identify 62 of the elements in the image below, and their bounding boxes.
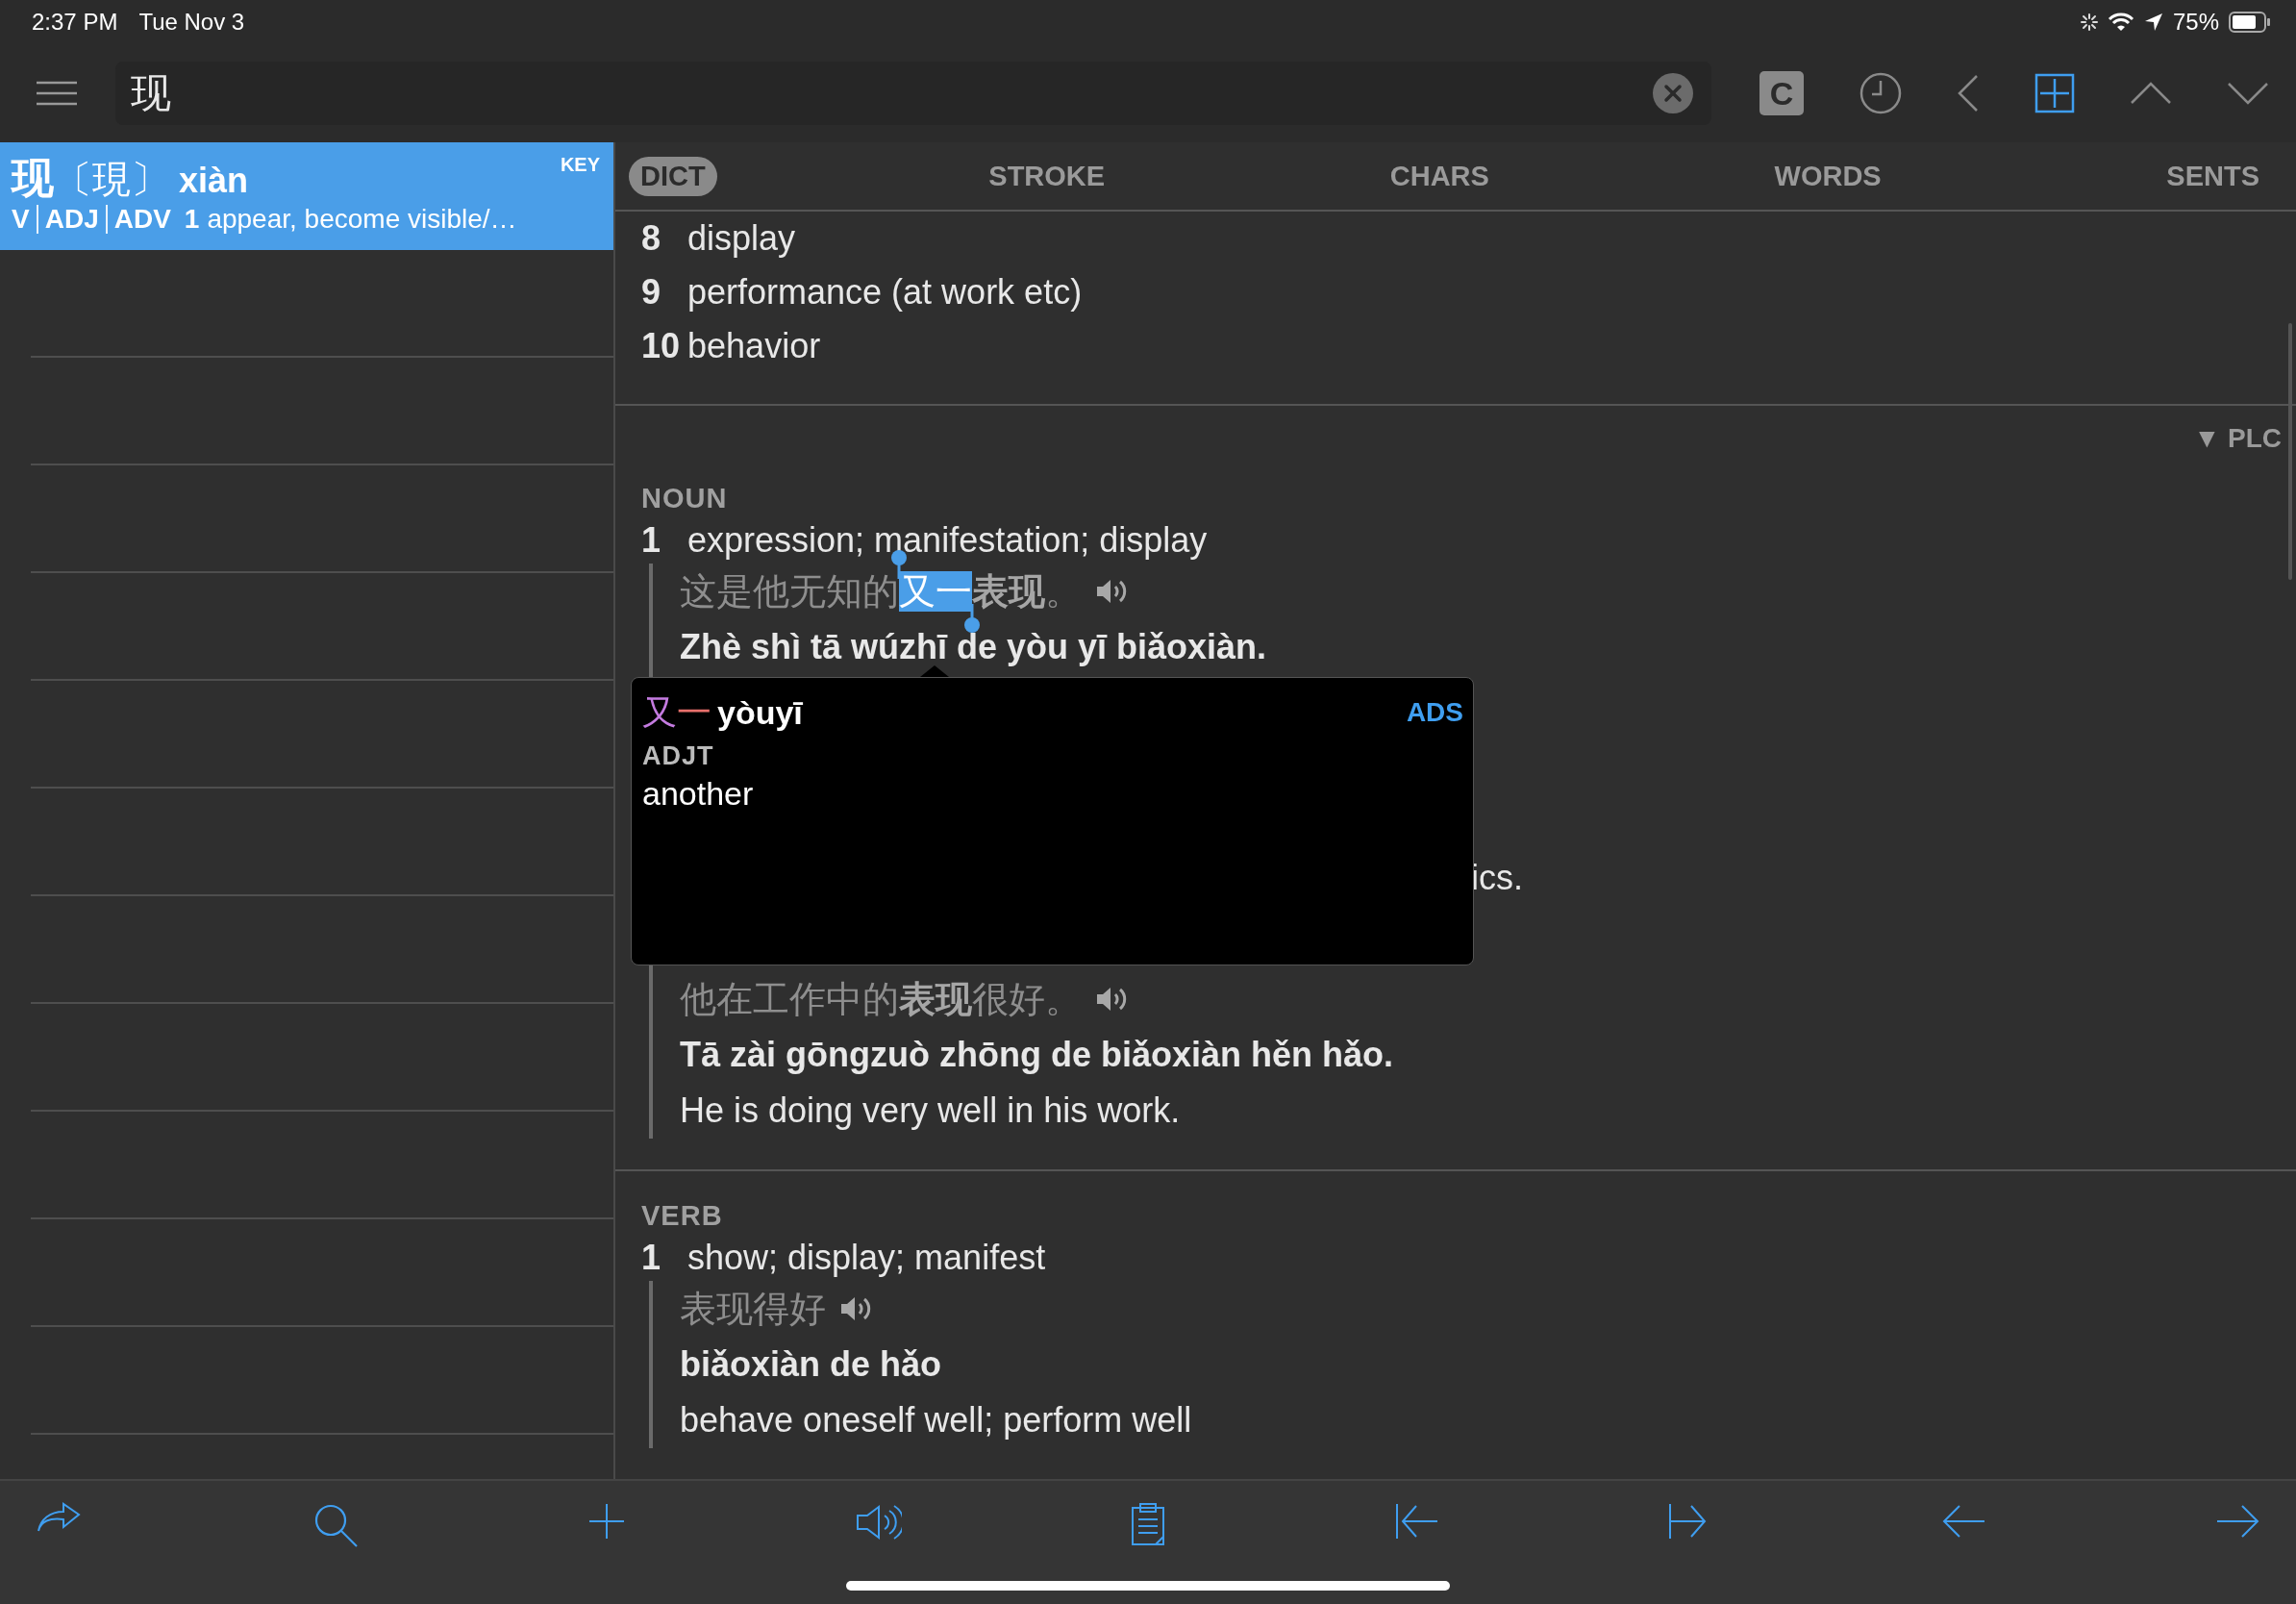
plus-icon[interactable] <box>587 1502 626 1541</box>
tab[interactable]: CHARS <box>1376 156 1503 196</box>
part-of-speech: NOUN <box>641 482 728 514</box>
sense-number: 9 <box>641 272 662 313</box>
example-pinyin: Zhè shì tā wúzhī de yòu yī biǎoxiàn. <box>680 627 1267 667</box>
tab[interactable]: STROKE <box>975 156 1119 196</box>
scroll-thumb[interactable] <box>2288 323 2292 580</box>
example-pinyin: biǎoxiàn de hǎo <box>680 1344 942 1385</box>
popup-word: 又一 <box>642 690 711 734</box>
example-sentence: 表现得好 <box>680 1287 826 1331</box>
sense-number: 1 <box>641 1238 662 1278</box>
pinyin: xiàn <box>179 161 249 201</box>
traditional-form: 〔現〕 <box>54 157 169 202</box>
example-pinyin: Tā zài gōngzuò zhōng de biǎoxiàn hěn hǎo. <box>680 1035 1393 1075</box>
battery-icon <box>2229 12 2271 33</box>
headword: 现 <box>12 153 54 203</box>
battery-percent: 75% <box>2172 9 2219 36</box>
tab[interactable]: WORDS <box>1760 156 1895 196</box>
example-sentence: 他在工作中的表现很好。 <box>680 977 1082 1021</box>
sense-number: 8 <box>641 218 662 259</box>
popup-definition: another <box>642 775 755 813</box>
definition: performance (at work etc) <box>687 272 1083 313</box>
clipboard-search-button[interactable]: C <box>1759 71 1804 115</box>
status-date: Tue Nov 3 <box>138 9 245 36</box>
back-icon[interactable] <box>1958 74 1980 113</box>
sense-number: 10 <box>641 326 681 366</box>
chevron-down-icon[interactable] <box>2226 82 2269 105</box>
chevron-up-icon[interactable] <box>2129 82 2172 105</box>
example-translation: behave oneself well; perform well <box>680 1400 1192 1441</box>
part-of-speech: VERB <box>641 1199 723 1232</box>
key-label: KEY <box>560 153 600 176</box>
status-time: 2:37 PM <box>32 9 118 36</box>
wifi-icon <box>2107 13 2134 32</box>
sense-number: 1 <box>641 520 662 561</box>
part-of-speech: ADV <box>113 204 171 235</box>
clipboard-icon[interactable] <box>1131 1502 1165 1546</box>
definition: display <box>687 218 796 259</box>
tab[interactable]: SENTS <box>2153 156 2273 196</box>
source-label[interactable]: ▼ PLC <box>2193 423 2282 454</box>
definition: expression; manifestation; display <box>687 520 1208 561</box>
result-item[interactable]: 现〔現〕 xiàn KEY V ADJ ADV 1 appear, become visible/… <box>0 142 613 250</box>
gloss: appear, become visible/… <box>207 204 517 235</box>
activity-icon <box>2080 13 2098 31</box>
location-icon <box>2143 13 2163 32</box>
tab[interactable]: DICT <box>629 156 717 196</box>
history-icon[interactable] <box>1859 71 1904 115</box>
menu-icon[interactable] <box>37 80 77 107</box>
part-of-speech: V <box>12 204 30 235</box>
first-icon[interactable] <box>1394 1502 1439 1541</box>
part-of-speech: ADJT <box>642 741 715 771</box>
part-of-speech: ADJ <box>44 204 99 235</box>
source-link[interactable]: ADS <box>1406 697 1463 728</box>
search-field[interactable]: 现 <box>115 62 1711 125</box>
example-sentence: 这是他无知的又一表现。 <box>680 566 1082 616</box>
speaker-icon[interactable] <box>855 1502 902 1542</box>
definition: show; display; manifest <box>687 1238 1046 1278</box>
popup-pinyin: yòuyī <box>717 693 803 732</box>
example-translation: He is doing very well in his work. <box>680 1090 1181 1131</box>
clear-icon[interactable] <box>1652 72 1694 114</box>
add-icon[interactable] <box>2034 73 2075 113</box>
definition: behavior <box>687 326 821 366</box>
sense-number: 1 <box>184 204 200 235</box>
